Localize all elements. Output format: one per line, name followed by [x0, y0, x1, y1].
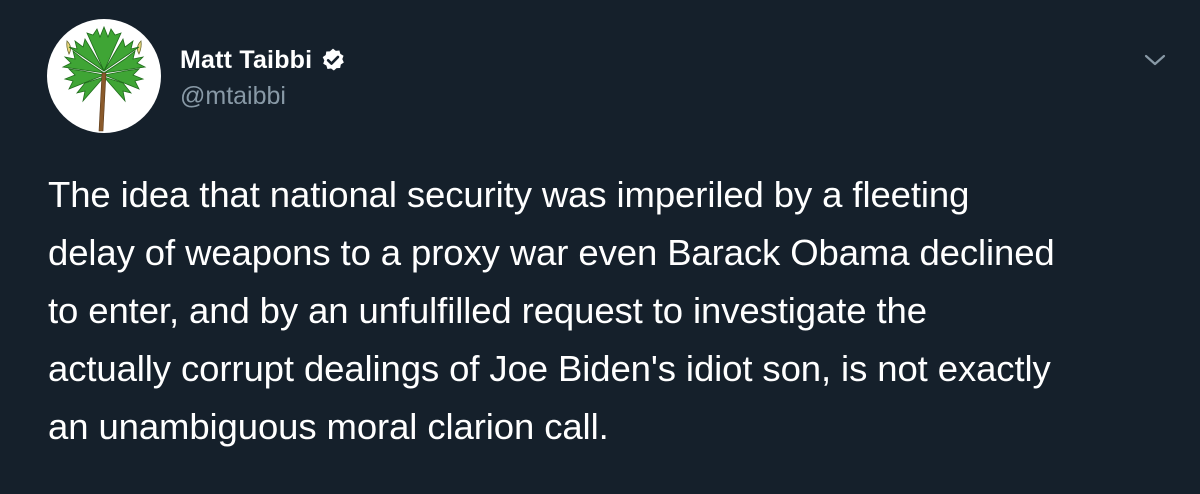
tweet-text-line: to enter, and by an unfulfilled request … [48, 290, 927, 331]
name-row: Matt Taibbi [180, 40, 346, 80]
author-block: Matt Taibbi @mtaibbi [180, 40, 346, 111]
more-options-button[interactable] [1140, 48, 1170, 72]
tweet-text-line: actually corrupt dealings of Joe Biden's… [48, 348, 1051, 389]
tweet-text-line: delay of weapons to a proxy war even Bar… [48, 232, 1055, 273]
avatar[interactable] [47, 19, 161, 133]
display-name[interactable]: Matt Taibbi [180, 46, 312, 75]
tweet-text-line: an unambiguous moral clarion call. [48, 406, 609, 447]
tweet-text-line: The idea that national security was impe… [48, 174, 970, 215]
chevron-down-icon [1144, 54, 1166, 66]
tweet-text: The idea that national security was impe… [48, 166, 1168, 456]
palmetto-tree-icon [61, 25, 147, 132]
verified-badge-icon [322, 48, 345, 71]
user-handle[interactable]: @mtaibbi [180, 82, 346, 111]
tweet-card: Matt Taibbi @mtaibbi The idea that natio… [0, 0, 1200, 494]
